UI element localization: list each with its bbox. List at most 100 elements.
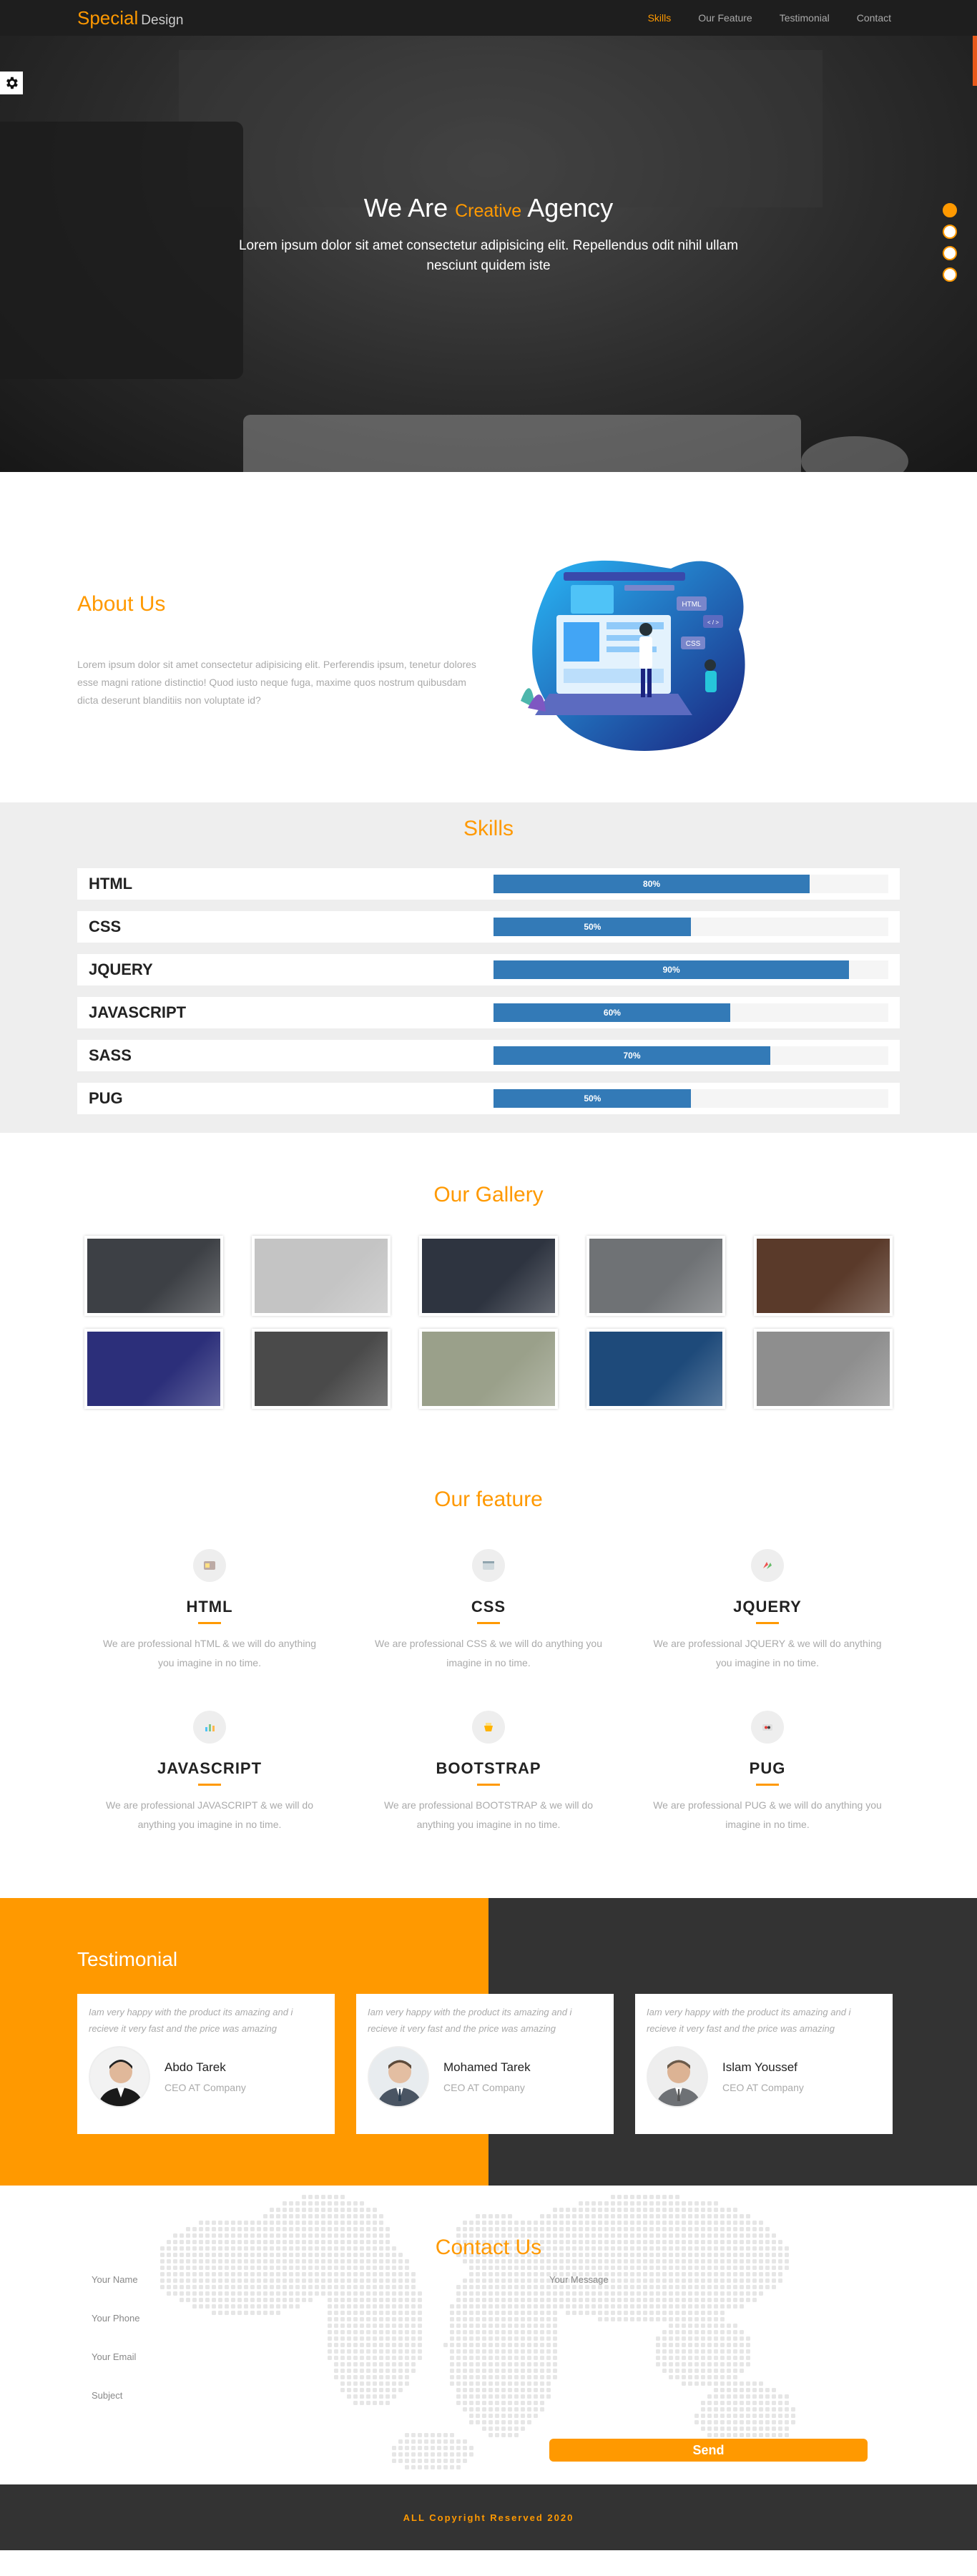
gallery-item[interactable] [84, 1329, 223, 1409]
gallery-item[interactable] [586, 1329, 725, 1409]
map-dot [334, 2227, 338, 2231]
hero-section: We Are Creative Agency Lorem ipsum dolor… [0, 0, 977, 472]
map-dot [373, 2214, 377, 2218]
map-dot [598, 2214, 602, 2218]
gallery-item[interactable] [754, 1329, 893, 1409]
map-dot [270, 2266, 274, 2270]
map-dot [373, 2221, 377, 2225]
gallery-item[interactable] [84, 1236, 223, 1316]
skills-title: Skills [463, 817, 514, 840]
map-dot [476, 2227, 480, 2231]
map-dot [637, 2214, 641, 2218]
map-dot [488, 2221, 493, 2225]
map-dot [431, 2439, 435, 2444]
feature-underline [756, 1784, 779, 1786]
map-dot [688, 2221, 692, 2225]
map-dot [476, 2221, 480, 2225]
map-dot [488, 2227, 493, 2231]
map-dot [579, 2201, 583, 2206]
map-dot [701, 2201, 705, 2206]
subject-input[interactable] [92, 2390, 456, 2401]
map-dot [263, 2227, 267, 2231]
feature-card-jquery: JQUERY We are professional JQUERY & we w… [653, 1549, 882, 1672]
message-textarea[interactable] [549, 2274, 885, 2396]
skill-name: HTML [89, 875, 133, 893]
slider-bullet-3[interactable] [943, 246, 957, 260]
map-dot [649, 2221, 654, 2225]
map-dot [424, 2452, 428, 2457]
map-dot [649, 2214, 654, 2218]
send-button[interactable]: Send [549, 2439, 868, 2462]
map-dot [463, 2446, 467, 2450]
map-dot [611, 2195, 615, 2199]
map-dot [373, 2208, 377, 2212]
map-dot [765, 2227, 770, 2231]
map-dot [225, 2266, 229, 2270]
feature-underline [477, 1622, 500, 1624]
map-dot [643, 2266, 647, 2270]
map-dot [553, 2208, 557, 2212]
skill-progress-track: 60% [494, 1003, 888, 1022]
map-dot [308, 2214, 313, 2218]
slider-bullet-4[interactable] [943, 267, 957, 282]
slider-bullet-2[interactable] [943, 225, 957, 239]
map-dot [437, 2465, 441, 2469]
gallery-item[interactable] [419, 1329, 558, 1409]
gallery-item[interactable] [419, 1236, 558, 1316]
map-dot [270, 2208, 274, 2212]
map-dot [585, 2221, 589, 2225]
phone-input[interactable] [92, 2313, 456, 2324]
map-dot [752, 2266, 757, 2270]
testimonial-role: CEO AT Company [443, 2081, 525, 2093]
map-dot [534, 2221, 538, 2225]
nav-link-our-feature[interactable]: Our Feature [698, 12, 752, 24]
web-design-illustration: HTML CSS < / > [521, 560, 745, 751]
testimonial-name: Abdo Tarek [165, 2060, 226, 2074]
map-dot [546, 2266, 551, 2270]
map-dot [527, 2221, 531, 2225]
gallery-item[interactable] [586, 1236, 725, 1316]
gallery-item[interactable] [754, 1236, 893, 1316]
nav-link-contact[interactable]: Contact [857, 12, 891, 24]
map-dot [669, 2201, 673, 2206]
map-dot [469, 2452, 473, 2457]
map-dot [302, 2214, 306, 2218]
slider-bullet-1[interactable] [943, 203, 957, 217]
map-dot [746, 2221, 750, 2225]
map-dot [353, 2208, 358, 2212]
map-dot [701, 2227, 705, 2231]
map-dot [302, 2227, 306, 2231]
gallery-image [255, 1239, 388, 1313]
about-text-block: About Us Lorem ipsum dolor sit amet cons… [77, 592, 478, 710]
settings-toggle-button[interactable] [0, 72, 23, 94]
gallery-item[interactable] [252, 1329, 391, 1409]
map-dot [334, 2221, 338, 2225]
testimonial-list: Iam very happy with the product its amaz… [77, 1994, 900, 2134]
map-dot [682, 2227, 686, 2231]
map-dot [443, 2465, 448, 2469]
map-dot [598, 2266, 602, 2270]
email-input[interactable] [92, 2351, 456, 2362]
gallery-image [422, 1239, 555, 1313]
map-dot [289, 2201, 293, 2206]
map-dot [360, 2201, 364, 2206]
map-dot [662, 2266, 667, 2270]
map-dot [405, 2266, 409, 2270]
map-dot [328, 2195, 332, 2199]
map-dot [321, 2195, 325, 2199]
nav-link-skills[interactable]: Skills [648, 12, 672, 24]
gallery-item[interactable] [252, 1236, 391, 1316]
name-input[interactable] [92, 2274, 456, 2285]
map-dot [585, 2227, 589, 2231]
map-dot [373, 2227, 377, 2231]
map-dot [643, 2221, 647, 2225]
map-dot [276, 2266, 280, 2270]
nav-link-testimonial[interactable]: Testimonial [780, 12, 830, 24]
map-dot [785, 2266, 789, 2270]
features-section: Our feature HTML We are professional hTM… [0, 1462, 977, 1898]
site-logo[interactable]: Special Design [77, 7, 183, 29]
map-dot [347, 2201, 351, 2206]
map-dot [611, 2221, 615, 2225]
map-dot [186, 2227, 190, 2231]
map-dot [675, 2214, 679, 2218]
